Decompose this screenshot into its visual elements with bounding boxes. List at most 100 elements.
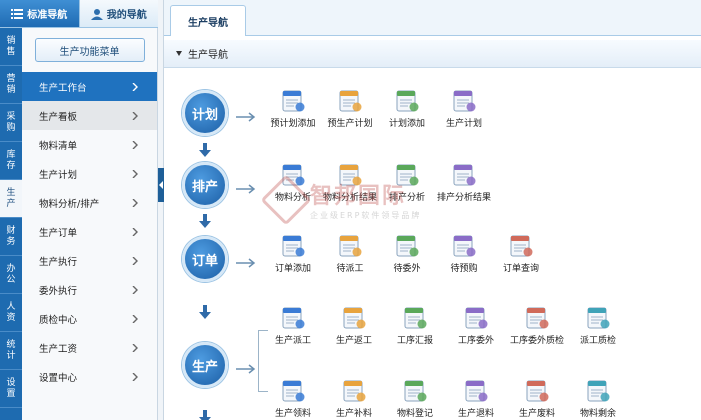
nav-item-label: 订单添加: [274, 264, 311, 274]
nav-item[interactable]: 生产领料: [264, 378, 322, 420]
nav-item[interactable]: 工序委外质检: [508, 305, 566, 347]
bar-chart-icon: [280, 162, 306, 188]
nav-item[interactable]: 生产返工: [325, 305, 383, 347]
gauge-icon: [524, 378, 550, 404]
nav-item-label: 订单查询: [502, 264, 539, 274]
nav-item[interactable]: 排产分析结果: [435, 162, 493, 204]
stage-circle-1[interactable]: 排产: [182, 162, 228, 208]
chevron-right-icon: [132, 256, 138, 265]
collapse-handle[interactable]: [158, 168, 164, 202]
category-item[interactable]: 人资: [0, 294, 22, 332]
category-item[interactable]: 办公: [0, 256, 22, 294]
nav-item-label: 工序委外质检: [509, 336, 564, 346]
category-item[interactable]: 营销: [0, 66, 22, 104]
menu-item[interactable]: 设置中心: [22, 362, 157, 391]
nav-mode-tabs: 标准导航 我的导航: [0, 0, 158, 28]
nav-item[interactable]: 生产补料: [325, 378, 383, 420]
nav-item[interactable]: 订单添加: [264, 233, 322, 275]
menu-item-label: 生产执行: [39, 256, 78, 268]
tab-standard-nav[interactable]: 标准导航: [0, 0, 79, 27]
module-category-bar: 销售营销采购库存生产财务办公人资统计设置: [0, 28, 22, 420]
nav-item[interactable]: 生产派工: [264, 305, 322, 347]
nav-item-label: 物料分析: [274, 193, 311, 203]
nav-item-label: 待委外: [393, 264, 421, 274]
right-arrow-icon: [236, 112, 256, 122]
menu-item[interactable]: 生产订单: [22, 217, 157, 246]
nav-item-label: 生产派工: [274, 336, 311, 346]
category-item[interactable]: 统计: [0, 332, 22, 370]
nav-item[interactable]: 预生产计划: [321, 88, 379, 130]
nav-item[interactable]: 工序汇报: [386, 305, 444, 347]
menu-item[interactable]: 生产计划: [22, 159, 157, 188]
nav-item[interactable]: 物料分析: [264, 162, 322, 204]
panel-header[interactable]: 生产导航: [164, 40, 701, 68]
menu-header: 生产功能菜单: [22, 28, 157, 72]
clipboard-list-icon: [463, 305, 489, 331]
nav-item[interactable]: 工序委外: [447, 305, 505, 347]
category-item[interactable]: 销售: [0, 28, 22, 66]
menu-item[interactable]: 生产看板: [22, 101, 157, 130]
tab-production-nav[interactable]: 生产导航: [170, 5, 246, 36]
nav-item[interactable]: 计划添加: [378, 88, 436, 130]
category-label: 售: [6, 46, 16, 57]
stage-circle-0[interactable]: 计划: [182, 90, 228, 136]
category-item[interactable]: 生产: [0, 180, 22, 218]
nav-item[interactable]: 订单查询: [492, 233, 550, 275]
down-arrow-icon: [199, 214, 211, 228]
calendar-check-icon: [394, 162, 420, 188]
tab-standard-nav-label: 标准导航: [27, 10, 68, 21]
nav-item[interactable]: 预计划添加: [264, 88, 322, 130]
nav-item[interactable]: 物料分析结果: [321, 162, 379, 204]
category-label: 务: [6, 236, 16, 247]
nav-item[interactable]: 待委外: [378, 233, 436, 275]
globe-search-icon: [508, 233, 534, 259]
nav-item[interactable]: 生产废料: [508, 378, 566, 420]
menu-item[interactable]: 生产工资: [22, 333, 157, 362]
menu-item-label: 物料分析/排产: [39, 198, 100, 210]
menu-item-label: 生产工资: [39, 343, 78, 355]
category-item[interactable]: 设置: [0, 370, 22, 408]
nav-item[interactable]: 待预购: [435, 233, 493, 275]
category-label: 生: [6, 187, 16, 198]
tab-my-nav-label: 我的导航: [106, 10, 147, 21]
menu-item[interactable]: 物料分析/排产: [22, 188, 157, 217]
stage-circle-3[interactable]: 生产: [182, 342, 228, 388]
menu-item[interactable]: 物料清单: [22, 130, 157, 159]
magnifier-doc-icon: [451, 88, 477, 114]
nav-item[interactable]: 待派工: [321, 233, 379, 275]
menu-item[interactable]: 质检中心: [22, 304, 157, 333]
category-item[interactable]: 库存: [0, 142, 22, 180]
right-arrow-icon: [236, 184, 256, 194]
grid-add-icon: [394, 88, 420, 114]
category-label: 资: [6, 312, 16, 323]
collapse-triangle-icon: [176, 51, 182, 56]
category-label: 设: [6, 377, 16, 388]
down-arrow-icon: [199, 410, 211, 420]
nav-item-label: 派工质检: [579, 336, 616, 346]
category-item[interactable]: 采购: [0, 104, 22, 142]
category-label: 销: [6, 35, 16, 46]
menu-item-label: 生产工作台: [39, 82, 87, 94]
menu-item[interactable]: 生产工作台: [22, 72, 157, 101]
nav-item[interactable]: 派工质检: [569, 305, 627, 347]
menu-item[interactable]: 委外执行: [22, 275, 157, 304]
window-list-icon: [337, 233, 363, 259]
dispatch-window-icon: [280, 305, 306, 331]
tab-my-nav[interactable]: 我的导航: [78, 0, 158, 27]
function-menu-button[interactable]: 生产功能菜单: [34, 38, 145, 62]
nav-item[interactable]: 生产计划: [435, 88, 493, 130]
nav-item[interactable]: 物料登记: [386, 378, 444, 420]
nav-item[interactable]: 物料剩余: [569, 378, 627, 420]
nav-item-label: 物料分析结果: [322, 193, 377, 203]
category-item[interactable]: 财务: [0, 218, 22, 256]
nav-item-label: 排产分析: [388, 193, 425, 203]
nav-item[interactable]: 生产退料: [447, 378, 505, 420]
right-arrow-icon: [236, 258, 256, 268]
stage-circle-2[interactable]: 订单: [182, 236, 228, 282]
chevron-right-icon: [132, 198, 138, 207]
menu-item[interactable]: 生产执行: [22, 246, 157, 275]
category-label: 财: [6, 225, 16, 236]
chevron-right-icon: [132, 82, 138, 91]
category-label: 产: [6, 198, 16, 209]
nav-item[interactable]: 排产分析: [378, 162, 436, 204]
